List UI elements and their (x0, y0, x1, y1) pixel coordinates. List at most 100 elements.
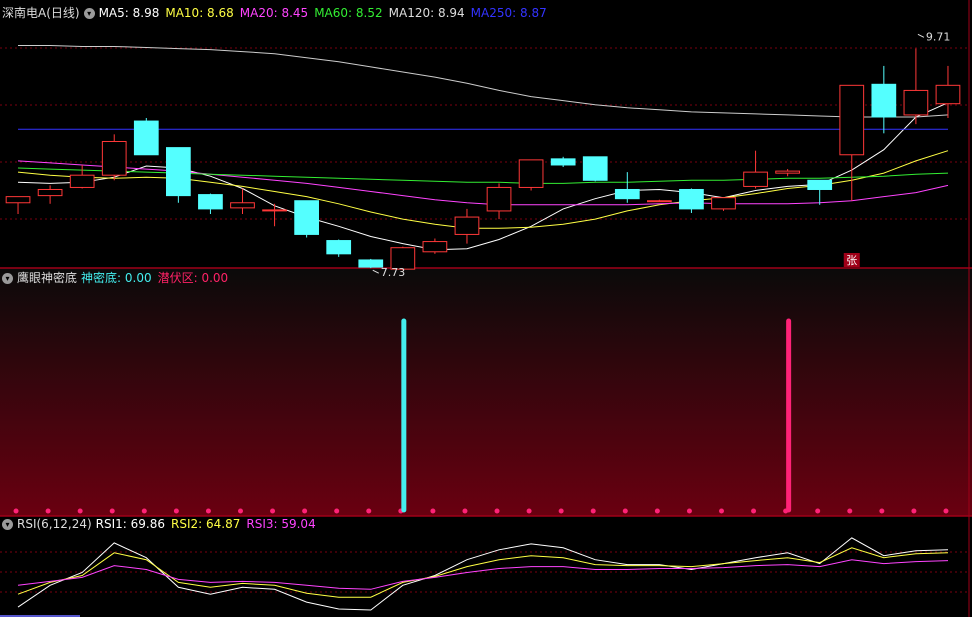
candle (69, 164, 95, 189)
signal-dot (302, 508, 308, 514)
signal-dot (430, 508, 436, 514)
candle-body (775, 170, 800, 174)
rsi-line-rsi1 (17, 537, 949, 611)
signal-dot (205, 508, 211, 514)
candle (358, 258, 384, 269)
candle-body (839, 84, 865, 156)
ma-legend-item-2: MA20: 8.45 (239, 6, 309, 20)
candle-body (69, 174, 95, 188)
candle (871, 65, 897, 134)
candle (133, 118, 159, 156)
candle-body (422, 241, 448, 253)
flag-label: 张 (846, 254, 857, 267)
candle (230, 188, 255, 214)
candle (37, 185, 63, 204)
annotation-arrow (917, 33, 925, 38)
candle-body (711, 197, 736, 210)
signal-dot (366, 508, 372, 514)
main-chart-header: 深南电A(日线) ▾ MA5: 8.98 MA10: 8.68 MA20: 8.45 MA… (2, 5, 559, 21)
candle (582, 156, 608, 182)
signal-dot (622, 508, 628, 514)
candle (839, 84, 865, 201)
ma-legend-item-0: MA5: 8.98 (98, 6, 160, 20)
candle (614, 172, 640, 203)
signal-dot (462, 508, 468, 514)
candle (198, 193, 223, 214)
candle (711, 197, 736, 211)
candle-body (454, 216, 480, 235)
signal-dot (270, 508, 276, 514)
candle (166, 147, 191, 203)
indicator-header: ▾ 鹰眼神密底 神密底: 0.00 潜伏区: 0.00 (2, 270, 240, 286)
candle-body (582, 156, 608, 181)
signal-dot (173, 508, 179, 514)
stock-name[interactable]: 深南电A(日线) (2, 6, 80, 20)
candle (743, 150, 768, 189)
candle (550, 156, 576, 168)
collapse-toggle-icon[interactable]: ▾ (2, 273, 13, 284)
candle (518, 159, 544, 191)
candle-body (935, 84, 961, 105)
candle (294, 200, 319, 238)
signal-dot (719, 508, 724, 514)
indicator-panel-background (0, 268, 972, 516)
signal-dot (494, 508, 500, 514)
signal-dot (847, 508, 853, 514)
indicator-name[interactable]: 鹰眼神密底 (17, 271, 77, 285)
signal-dot (238, 508, 243, 514)
rsi-line-rsi3 (17, 559, 949, 590)
indicator-legend-item-0: 神密底: 0.00 (81, 271, 152, 285)
rsi-header: ▾ RSI(6,12,24) RSI1: 69.86 RSI2: 64.87 RSI3:… (2, 516, 328, 532)
candle (935, 65, 961, 118)
ma-legend-item-1: MA10: 8.68 (165, 6, 234, 20)
signal-dot (911, 508, 917, 514)
signal-dot (141, 508, 147, 514)
signal-dot (686, 508, 692, 514)
signal-dot (879, 508, 885, 514)
candle (326, 239, 352, 257)
ma-legend-item-4: MA120: 8.94 (388, 6, 465, 20)
rsi-legend-item-0: RSI1: 69.86 (95, 517, 166, 531)
candle (679, 188, 704, 213)
candle-body (614, 188, 640, 200)
ma-legend-item-5: MA250: 8.87 (470, 6, 547, 20)
collapse-toggle-icon[interactable]: ▾ (83, 8, 95, 19)
candle-body (262, 209, 287, 212)
rsi-legend-item-1: RSI2: 64.87 (171, 517, 241, 531)
candle-body (133, 120, 159, 156)
signal-dot (751, 508, 757, 514)
indicator-legend-item-1: 潜伏区: 0.00 (157, 271, 229, 285)
candle-body (807, 179, 833, 190)
candle-body (743, 171, 768, 187)
candle (486, 183, 512, 220)
ma-legend-item-3: MA60: 8.52 (314, 6, 383, 20)
candle-body (101, 140, 127, 176)
collapse-toggle-icon[interactable]: ▾ (2, 519, 13, 530)
candle-body (5, 196, 31, 204)
candle-body (647, 200, 672, 203)
signal-dot (654, 508, 660, 514)
candle (262, 203, 287, 227)
rsi-name[interactable]: RSI(6,12,24) (17, 517, 92, 531)
signal-dot (334, 508, 340, 514)
candle-body (486, 186, 512, 212)
candle-body (230, 202, 255, 209)
candle (807, 179, 833, 205)
candle (775, 169, 800, 177)
price-annotation: 7.73 (381, 266, 406, 279)
rsi-legend-item-2: RSI3: 59.04 (246, 517, 316, 531)
candle-body (294, 200, 319, 235)
candle-body (37, 188, 63, 197)
candle (647, 199, 672, 203)
signal-dot (45, 508, 51, 514)
signal-dot (526, 508, 532, 514)
ma-line-ma120 (18, 45, 949, 118)
signal-dot (590, 508, 596, 514)
candle (101, 134, 127, 181)
candle-body (358, 259, 384, 268)
signal-dot (815, 508, 821, 514)
candle (903, 48, 929, 125)
candle-body (326, 240, 352, 255)
candle-body (679, 188, 704, 210)
signal-dot (558, 508, 564, 514)
